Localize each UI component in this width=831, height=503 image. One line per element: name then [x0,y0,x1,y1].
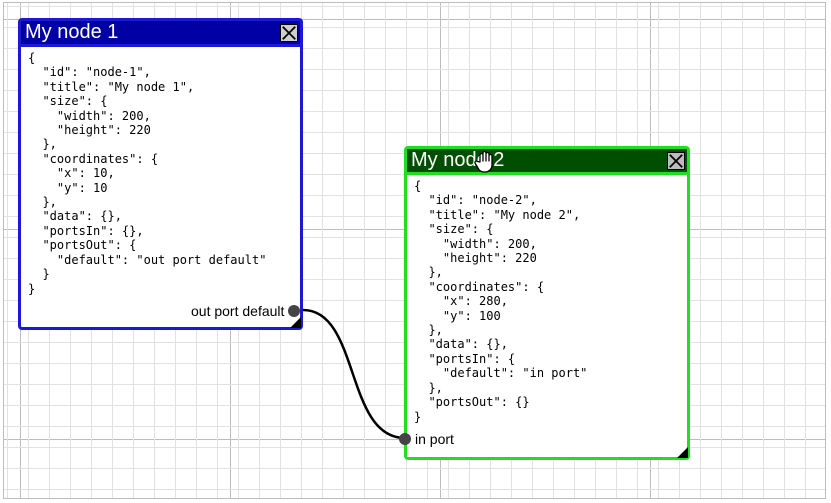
node-2-header[interactable]: My node 2 [407,149,687,175]
node-1[interactable]: My node 1 { "id": "node-1", "title": "My… [18,18,303,330]
node-2-json: { "id": "node-2", "title": "My node 2", … [414,179,588,424]
in-port-label: in port [415,431,454,447]
node-1-title: My node 1 [25,21,119,43]
close-icon[interactable] [667,151,685,170]
grab-hand-cursor-icon [474,150,493,173]
node-2-in-port: in port [399,431,454,447]
in-port-dot[interactable] [399,433,411,445]
resize-handle-icon[interactable] [677,447,688,458]
node-2[interactable]: My node 2 { "id": "node-2", "title": "My… [404,146,690,460]
node-1-json: { "id": "node-1", "title": "My node 1", … [28,51,267,296]
node-1-out-port: out port default [191,303,301,319]
close-icon[interactable] [280,23,298,42]
node-1-header[interactable]: My node 1 [21,21,300,47]
out-port-label: out port default [191,303,285,319]
out-port-dot[interactable] [288,305,301,317]
